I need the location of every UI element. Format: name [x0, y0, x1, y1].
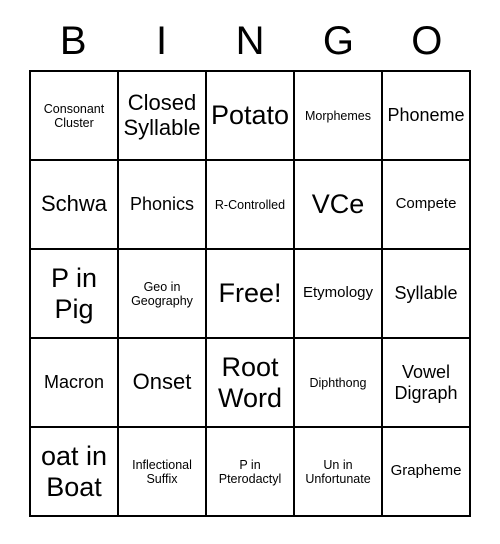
- bingo-cell-label: Onset: [132, 369, 192, 395]
- bingo-cell[interactable]: Root Word: [207, 339, 295, 428]
- bingo-card: B I N G O Consonant Cluster Closed Sylla…: [29, 12, 471, 517]
- bingo-cell-label: Root Word: [217, 352, 283, 413]
- bingo-cell[interactable]: Etymology: [295, 250, 383, 339]
- header-letter-n: N: [235, 19, 265, 63]
- bingo-cell[interactable]: P in Pig: [31, 250, 119, 339]
- bingo-cell-label: oat in Boat: [40, 441, 108, 502]
- bingo-cell-label: Consonant Cluster: [43, 101, 105, 130]
- bingo-cell[interactable]: Phonics: [119, 161, 207, 250]
- bingo-cell-label: Morphemes: [305, 108, 371, 123]
- bingo-cell[interactable]: Phoneme: [383, 72, 471, 161]
- bingo-cell-label: Diphthong: [309, 375, 367, 390]
- header-letter-b: B: [59, 19, 87, 63]
- bingo-cell[interactable]: Macron: [31, 339, 119, 428]
- header-letter-g: G: [322, 19, 354, 63]
- bingo-cell[interactable]: R-Controlled: [207, 161, 295, 250]
- bingo-cell-label: R-Controlled: [214, 197, 286, 212]
- bingo-cell-label: Etymology: [302, 284, 374, 302]
- bingo-row: Macron Onset Root Word Diphthong Vowel D…: [31, 339, 471, 428]
- bingo-cell-label: Geo in Geography: [131, 279, 193, 308]
- bingo-cell[interactable]: oat in Boat: [31, 428, 119, 517]
- bingo-cell-label: Closed Syllable: [123, 89, 201, 140]
- bingo-cell-label: Free!: [218, 278, 282, 309]
- bingo-cell[interactable]: Vowel Digraph: [383, 339, 471, 428]
- bingo-cell[interactable]: Schwa: [31, 161, 119, 250]
- bingo-cell-label: Phonics: [129, 194, 195, 215]
- bingo-header: B I N G O: [29, 12, 471, 70]
- bingo-cell-label: Un in Unfortunate: [305, 457, 371, 486]
- bingo-cell[interactable]: Geo in Geography: [119, 250, 207, 339]
- bingo-cell[interactable]: Morphemes: [295, 72, 383, 161]
- bingo-cell[interactable]: P in Pterodactyl: [207, 428, 295, 517]
- bingo-cell-label: Schwa: [40, 191, 108, 217]
- header-letter-i: I: [156, 19, 168, 63]
- bingo-cell[interactable]: Grapheme: [383, 428, 471, 517]
- bingo-cell[interactable]: Onset: [119, 339, 207, 428]
- bingo-cell-label: Syllable: [394, 283, 458, 304]
- bingo-cell[interactable]: Consonant Cluster: [31, 72, 119, 161]
- bingo-cell-label: Inflectional Suffix: [132, 457, 192, 486]
- bingo-row: P in Pig Geo in Geography Free! Etymolog…: [31, 250, 471, 339]
- bingo-cell-label: Macron: [43, 372, 105, 393]
- bingo-row: Schwa Phonics R-Controlled VCe Compete: [31, 161, 471, 250]
- bingo-row: Consonant Cluster Closed Syllable Potato…: [31, 72, 471, 161]
- bingo-cell[interactable]: Un in Unfortunate: [295, 428, 383, 517]
- bingo-row: oat in Boat Inflectional Suffix P in Pte…: [31, 428, 471, 517]
- bingo-cell[interactable]: Inflectional Suffix: [119, 428, 207, 517]
- bingo-grid: Consonant Cluster Closed Syllable Potato…: [29, 70, 471, 517]
- bingo-cell-label: P in Pig: [50, 263, 98, 324]
- bingo-cell-label: Compete: [395, 195, 457, 213]
- bingo-cell[interactable]: Closed Syllable: [119, 72, 207, 161]
- bingo-cell-label: P in Pterodactyl: [218, 457, 282, 486]
- bingo-cell[interactable]: Compete: [383, 161, 471, 250]
- bingo-cell-free[interactable]: Free!: [207, 250, 295, 339]
- header-letter-o: O: [411, 19, 443, 63]
- bingo-cell[interactable]: VCe: [295, 161, 383, 250]
- bingo-cell[interactable]: Potato: [207, 72, 295, 161]
- bingo-cell-label: VCe: [311, 189, 365, 220]
- bingo-cell-label: Grapheme: [390, 462, 462, 480]
- bingo-cell-label: Potato: [210, 100, 290, 131]
- bingo-cell-label: Phoneme: [387, 105, 465, 126]
- bingo-cell-label: Vowel Digraph: [394, 362, 458, 403]
- bingo-cell[interactable]: Syllable: [383, 250, 471, 339]
- bingo-cell[interactable]: Diphthong: [295, 339, 383, 428]
